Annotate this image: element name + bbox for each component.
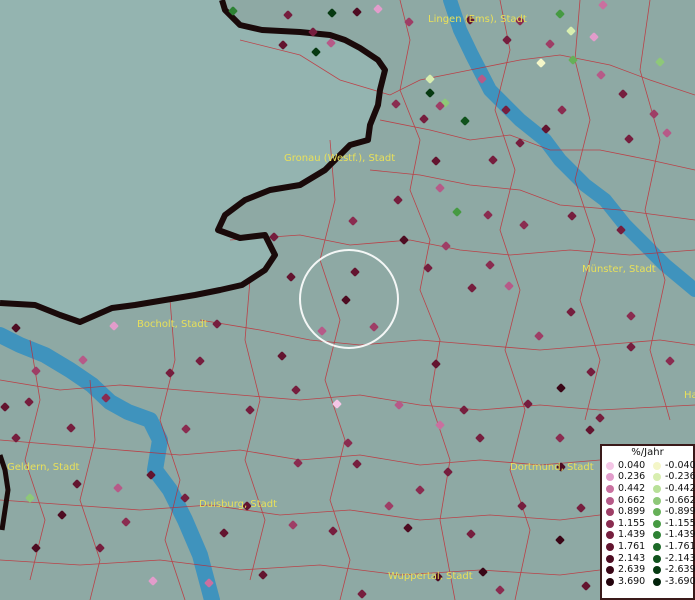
- legend-swatch-icon: [606, 566, 614, 575]
- legend-value: 1.761: [618, 540, 646, 552]
- legend-entry: 1.155: [602, 518, 649, 530]
- legend-swatch-icon: [653, 473, 661, 482]
- legend-value: -1.439: [665, 529, 695, 541]
- legend-entry: 1.439: [602, 530, 649, 542]
- legend-value: 0.899: [618, 506, 646, 518]
- legend-swatch-icon: [606, 473, 614, 482]
- legend-swatch-icon: [606, 519, 614, 528]
- city-label: Geldern, Stadt: [7, 462, 80, 473]
- legend-value: -3.690: [665, 575, 695, 587]
- legend-value: -1.155: [665, 517, 695, 529]
- legend-swatch-icon: [653, 542, 661, 551]
- legend-swatch-icon: [606, 554, 614, 563]
- legend-entry: 0.040: [602, 460, 649, 472]
- legend-value: -2.639: [665, 564, 695, 576]
- legend-swatch-icon: [653, 566, 661, 575]
- legend-swatch-icon: [653, 484, 661, 493]
- legend-entry: 0.442: [602, 483, 649, 495]
- legend-value: 0.662: [618, 494, 646, 506]
- legend-swatch-icon: [653, 508, 661, 517]
- legend-entry: 2.143: [602, 553, 649, 565]
- legend-entry: -0.442: [649, 483, 695, 495]
- legend-value: -1.761: [665, 540, 695, 552]
- legend-value: -0.442: [665, 482, 695, 494]
- legend-value: -2.143: [665, 552, 695, 564]
- legend-swatch-icon: [653, 577, 661, 586]
- legend-entry: -2.143: [649, 553, 695, 565]
- legend-entry: -3.690: [649, 576, 695, 588]
- legend-entry: -0.040: [649, 460, 695, 472]
- legend-swatch-icon: [653, 531, 661, 540]
- legend-swatch-icon: [606, 531, 614, 540]
- legend-swatch-icon: [606, 508, 614, 517]
- city-label: Münster, Stadt: [582, 264, 656, 275]
- legend: %/Jahr 0.040 0.236 0.442 0.662 0.899 1.155 1.4…: [600, 444, 695, 600]
- legend-entry: -1.439: [649, 530, 695, 542]
- legend-negative-column: -0.040 -0.236 -0.442 -0.662 -0.899 -1.155 -1.4…: [649, 460, 695, 588]
- legend-value: 0.040: [618, 459, 646, 471]
- legend-swatch-icon: [653, 554, 661, 563]
- legend-grid: 0.040 0.236 0.442 0.662 0.899 1.155 1.439 1.761…: [602, 460, 695, 588]
- legend-swatch-icon: [606, 484, 614, 493]
- legend-value: 0.442: [618, 482, 646, 494]
- legend-positive-column: 0.040 0.236 0.442 0.662 0.899 1.155 1.439 1.761…: [602, 460, 649, 588]
- legend-entry: 1.761: [602, 541, 649, 553]
- legend-entry: 0.236: [602, 472, 649, 484]
- map-canvas[interactable]: Lingen (Ems), Stadt Gronau (Westf.), Sta…: [0, 0, 695, 600]
- legend-value: -0.236: [665, 471, 695, 483]
- legend-value: -0.899: [665, 506, 695, 518]
- legend-value: 3.690: [618, 575, 646, 587]
- city-label: Duisburg, Stadt: [199, 499, 277, 510]
- city-label: Wuppertal, Stadt: [388, 571, 473, 582]
- legend-value: 2.143: [618, 552, 646, 564]
- city-label: Ha: [684, 390, 695, 401]
- legend-swatch-icon: [653, 496, 661, 505]
- legend-entry: 0.899: [602, 506, 649, 518]
- legend-entry: -0.662: [649, 495, 695, 507]
- city-label: Gronau (Westf.), Stadt: [284, 153, 395, 164]
- city-label: Lingen (Ems), Stadt: [428, 14, 527, 25]
- legend-swatch-icon: [606, 461, 614, 470]
- legend-swatch-icon: [653, 519, 661, 528]
- legend-value: -0.662: [665, 494, 695, 506]
- legend-entry: -0.899: [649, 506, 695, 518]
- legend-entry: 3.690: [602, 576, 649, 588]
- city-label: Bocholt, Stadt: [137, 319, 208, 330]
- legend-value: 1.155: [618, 517, 646, 529]
- legend-value: -0.040: [665, 459, 695, 471]
- legend-title: %/Jahr: [631, 447, 664, 458]
- legend-entry: -1.761: [649, 541, 695, 553]
- legend-swatch-icon: [606, 542, 614, 551]
- legend-value: 1.439: [618, 529, 646, 541]
- legend-entry: -2.639: [649, 564, 695, 576]
- legend-value: 0.236: [618, 471, 646, 483]
- legend-swatch-icon: [606, 577, 614, 586]
- legend-entry: -0.236: [649, 472, 695, 484]
- legend-swatch-icon: [653, 461, 661, 470]
- legend-entry: 2.639: [602, 564, 649, 576]
- city-label: Dortmund, Stadt: [510, 462, 594, 473]
- legend-entry: 0.662: [602, 495, 649, 507]
- legend-swatch-icon: [606, 496, 614, 505]
- legend-value: 2.639: [618, 564, 646, 576]
- legend-entry: -1.155: [649, 518, 695, 530]
